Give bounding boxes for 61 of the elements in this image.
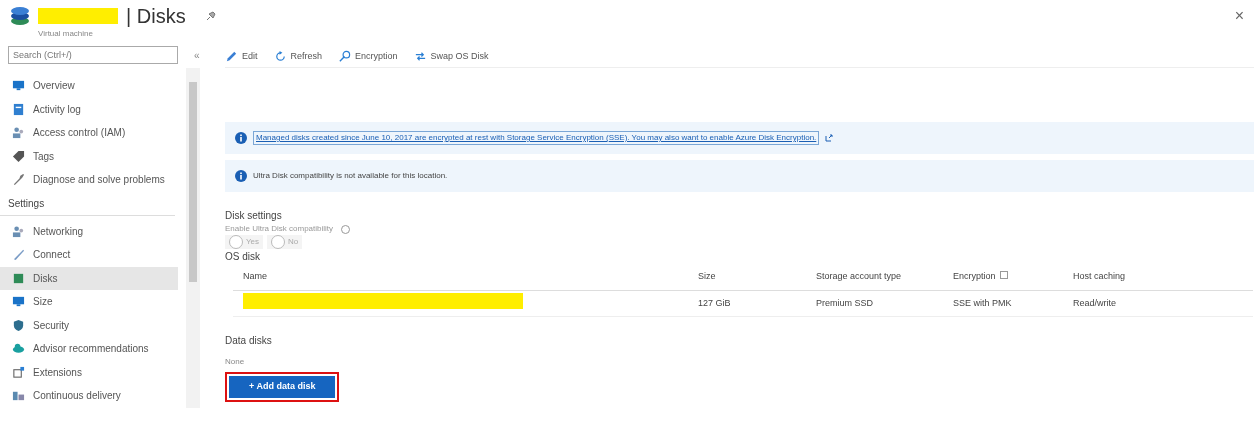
collapse-button[interactable]: « bbox=[194, 47, 200, 63]
column-header: Storage account type bbox=[806, 264, 943, 290]
people-icon bbox=[12, 126, 25, 140]
table-cell: Read/write bbox=[1063, 290, 1253, 317]
page-subtitle: Virtual machine bbox=[38, 28, 94, 40]
info-icon bbox=[999, 271, 1008, 279]
info-text: Ultra Disk compatibility is not available for this location. bbox=[253, 170, 448, 182]
sidebar-item[interactable]: Disks bbox=[0, 266, 178, 290]
section-heading: Data disks bbox=[225, 334, 273, 348]
scrollbar[interactable] bbox=[186, 68, 200, 408]
external-link-icon[interactable] bbox=[825, 134, 834, 142]
monitor-icon bbox=[12, 295, 25, 309]
sidebar-item[interactable]: Access control (IAM) bbox=[0, 121, 178, 145]
refresh-icon bbox=[273, 50, 287, 63]
section-heading: Settings bbox=[0, 191, 175, 216]
close-button[interactable]: × bbox=[1234, 4, 1244, 28]
table-cell: 127 GiB bbox=[688, 290, 806, 317]
cloud-icon bbox=[12, 342, 25, 356]
puzzle-icon bbox=[12, 365, 25, 379]
section-heading: OS disk bbox=[225, 250, 261, 264]
swap-icon bbox=[413, 50, 427, 63]
column-header: Host caching bbox=[1063, 264, 1253, 290]
info-icon bbox=[235, 132, 247, 144]
table-cell: SSE with PMK bbox=[943, 290, 1063, 317]
sidebar-item[interactable]: Diagnose and solve problems bbox=[0, 168, 178, 192]
field-label: Enable Ultra Disk compatibility bbox=[225, 223, 334, 235]
section-heading: Disk settings bbox=[225, 209, 283, 223]
column-header: Size bbox=[688, 264, 806, 290]
empty-text: None bbox=[225, 356, 246, 368]
monitor-icon bbox=[12, 79, 25, 93]
sidebar-item[interactable]: Continuous delivery bbox=[0, 384, 178, 408]
search-field[interactable]: Search (Ctrl+/) bbox=[8, 46, 178, 64]
shield-icon bbox=[12, 318, 25, 332]
add-data-disk-button[interactable]: + Add data disk bbox=[229, 376, 336, 398]
sidebar-item[interactable]: Tags bbox=[0, 144, 178, 168]
toolbar-button[interactable]: Refresh bbox=[273, 49, 323, 64]
column-header: Name bbox=[233, 264, 688, 290]
info-link[interactable]: Managed disks created since June 10, 2017 are encrypted at rest with Storage Service Encryption (SSE). You may also want to enable Azure Disk Encryption. bbox=[253, 131, 820, 145]
sidebar-item[interactable]: Security bbox=[0, 313, 178, 337]
log-icon bbox=[12, 102, 25, 116]
pin-icon[interactable] bbox=[205, 11, 216, 21]
page-title: | Disks bbox=[126, 4, 186, 28]
people-icon bbox=[12, 224, 25, 238]
toolbar-button[interactable]: Encryption bbox=[338, 49, 398, 64]
table-cell: Premium SSD bbox=[806, 290, 943, 317]
sidebar-item[interactable]: Size bbox=[0, 290, 178, 314]
sidebar-item[interactable]: Activity log bbox=[0, 97, 178, 121]
sidebar-item[interactable]: Networking bbox=[0, 219, 178, 243]
tag-icon bbox=[12, 149, 25, 163]
toolbar-button[interactable]: Edit bbox=[225, 49, 258, 64]
sidebar-item[interactable]: Overview bbox=[0, 74, 178, 98]
sidebar-item[interactable]: Extensions bbox=[0, 360, 178, 384]
toolbar-button[interactable]: Swap OS Disk bbox=[413, 49, 489, 64]
pipeline-icon bbox=[12, 389, 25, 403]
disk-stack-icon bbox=[10, 6, 30, 26]
scrollbar-thumb[interactable] bbox=[189, 82, 197, 282]
info-icon bbox=[235, 170, 247, 182]
pencil-icon bbox=[225, 50, 238, 63]
sidebar-item[interactable]: Connect bbox=[0, 243, 178, 267]
column-header: Encryption bbox=[943, 264, 1063, 290]
sidebar-item[interactable]: Advisor recommendations bbox=[0, 337, 178, 361]
